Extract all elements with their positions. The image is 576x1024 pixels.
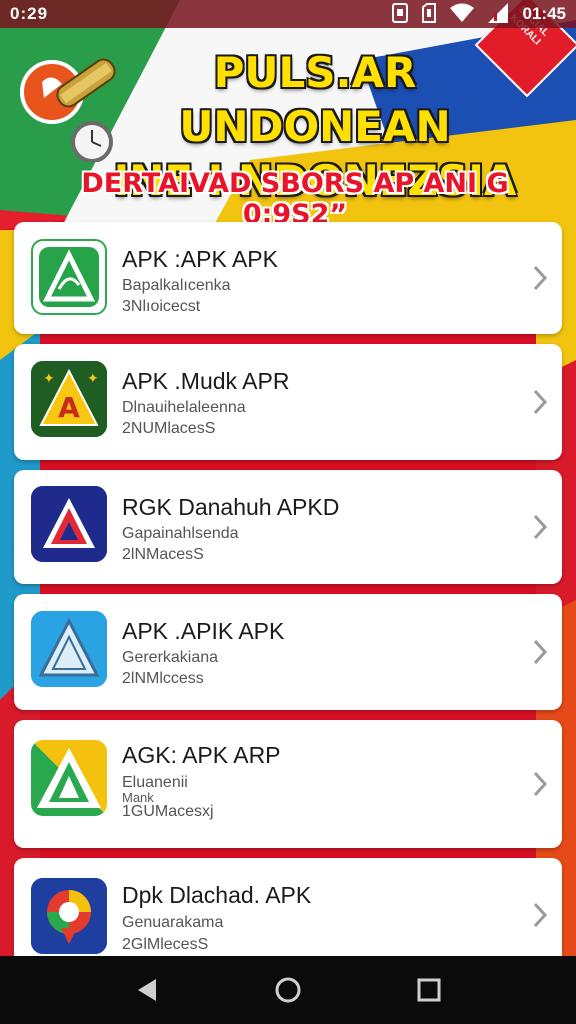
blue-apk-icon	[31, 611, 107, 687]
navy-apk-icon	[31, 486, 107, 562]
wifi-icon	[450, 3, 474, 28]
chevron-right-icon	[533, 639, 548, 665]
status-time-right: 01:45	[522, 4, 566, 23]
app-subtitle: Gapainahlsenda	[122, 525, 239, 542]
app-meta: 2NUMlacesS	[122, 420, 216, 437]
sd-card-icon	[422, 3, 436, 28]
svg-text:✦: ✦	[43, 370, 55, 386]
svg-text:✦: ✦	[87, 370, 99, 386]
yellow-apk-icon: A ✦ ✦	[31, 361, 107, 437]
chevron-right-icon	[533, 265, 548, 291]
app-subtitle: Genuarakama	[122, 914, 224, 931]
app-meta: 1GUMacesxj	[122, 803, 214, 820]
multicolor-apk-icon	[31, 740, 107, 816]
app-title: RGK Danahuh APKD	[122, 494, 340, 520]
scroll-and-clock-emblem-icon	[20, 58, 116, 162]
app-meta: 3Nlıoicecst	[122, 298, 201, 315]
map-pin-apk-icon	[31, 878, 107, 954]
list-item[interactable]: APK .APIK APK Gererkakiana 2lNMlccess	[14, 594, 562, 710]
app-title: Dpk Dlachad. APK	[122, 882, 312, 908]
app-meta: 2lNMlccess	[122, 670, 204, 687]
app-meta: 2GlMlecesS	[122, 936, 209, 953]
app-subtitle: Dlnauihelaleenna	[122, 399, 246, 416]
green-apk-icon	[31, 239, 107, 315]
signal-icon	[488, 3, 508, 28]
sim-icon	[392, 3, 408, 28]
list-item[interactable]: APK :APK APK Bapalkalıcenka 3Nlıoicecst	[14, 222, 562, 334]
app-title: APK .APIK APK	[122, 618, 285, 644]
status-time-left: 0:29	[10, 4, 49, 23]
app-subtitle: Gererkakiana	[122, 649, 219, 666]
banner-title-line1: PULS.AR UNDONEAN	[179, 48, 451, 151]
back-icon[interactable]	[132, 974, 164, 1006]
recents-icon[interactable]	[413, 974, 445, 1006]
app-subtitle: Bapalkalıcenka	[122, 277, 231, 294]
banner-subtitle: DERTAIVAD SBORS AP ANI G 0:9S2”	[81, 168, 509, 230]
navigation-bar	[0, 956, 576, 1024]
chevron-right-icon	[533, 514, 548, 540]
list-item[interactable]: RGK Danahuh APKD Gapainahlsenda 2lNMaces…	[14, 470, 562, 584]
app-title: APK .Mudk APR	[122, 368, 290, 394]
list-item[interactable]: AGK: APK ARP Eluanenii Mank 1GUMacesxj	[14, 720, 562, 848]
status-bar: 0:29 01:45	[0, 0, 576, 28]
svg-text:A: A	[58, 391, 80, 424]
app-title: AGK: APK ARP	[122, 742, 281, 768]
home-icon[interactable]	[272, 974, 304, 1006]
chevron-right-icon	[533, 771, 548, 797]
app-meta: 2lNMacesS	[122, 546, 204, 563]
chevron-right-icon	[533, 902, 548, 928]
app-title: APK :APK APK	[122, 246, 278, 272]
status-icons	[392, 3, 508, 28]
chevron-right-icon	[533, 389, 548, 415]
list-item[interactable]: A ✦ ✦ APK .Mudk APR Dlnauihelaleenna 2NUMl…	[14, 344, 562, 460]
